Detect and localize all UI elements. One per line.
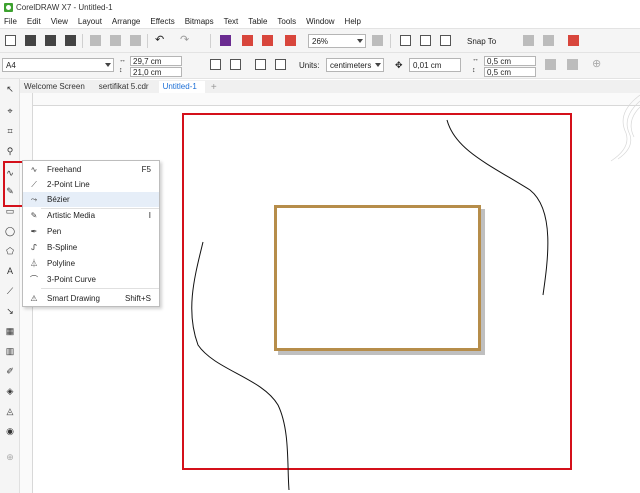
flyout-divider	[41, 288, 159, 289]
three-point-curve-icon: ⌒	[30, 275, 38, 284]
pen-icon: ✒	[30, 227, 38, 236]
flyout-item-pen[interactable]: ✒ Pen	[23, 224, 159, 239]
flyout-item-bezier[interactable]: ⤳ Bézier	[23, 192, 159, 207]
freehand-icon: ∿	[30, 165, 38, 174]
artistic-media-icon: ✎	[30, 211, 38, 220]
flyout-item-artistic-media[interactable]: ✎ Artistic Media I	[23, 208, 159, 223]
bezier-curve-bottom-left	[191, 241, 290, 491]
flyout-item-b-spline[interactable]: ᔑ B-Spline	[23, 240, 159, 255]
flyout-item-polyline[interactable]: ⏃ Polyline	[23, 256, 159, 271]
bezier-curve-top-right	[446, 119, 549, 296]
flyout-item-2-point-line[interactable]: ⟋ 2-Point Line	[23, 177, 159, 192]
two-point-line-icon: ⟋	[31, 180, 37, 189]
flyout-item-freehand[interactable]: ∿ Freehand F5	[23, 162, 159, 177]
b-spline-icon: ᔑ	[31, 243, 37, 252]
flyout-item-3-point-curve[interactable]: ⌒ 3-Point Curve	[23, 272, 159, 287]
smart-drawing-icon: ⚠	[30, 294, 38, 303]
curve-tools-flyout: ∿ Freehand F5 ⟋ 2-Point Line ⤳ Bézier ✎ …	[22, 160, 160, 307]
bezier-icon: ⤳	[30, 195, 38, 204]
polyline-icon: ⏃	[30, 259, 38, 268]
flyout-item-smart-drawing[interactable]: ⚠ Smart Drawing Shift+S	[23, 291, 159, 306]
